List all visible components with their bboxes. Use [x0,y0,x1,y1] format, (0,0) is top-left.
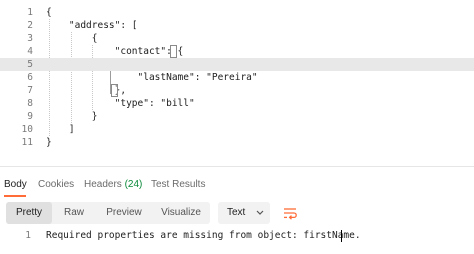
bracket-match-highlight [170,45,177,58]
line-number: 2 [27,20,33,31]
code-text: "type": "bill" [46,98,195,109]
code-line: 11 } [0,136,474,149]
line-number: 1 [27,7,33,18]
line-number: 4 [27,46,33,57]
chevron-down-icon [256,210,264,215]
code-text: "contact": { [46,46,184,57]
response-text: Required properties are missing from obj… [46,230,361,241]
tab-headers[interactable]: Headers (24) [84,179,142,190]
line-number: 9 [27,111,33,122]
view-mode-pretty[interactable]: Pretty [6,202,52,224]
code-line: 7 }, [0,84,474,97]
tab-count-badge: (24) [124,179,143,190]
code-text: { [46,7,52,18]
code-line: 9 } [0,110,474,123]
active-tab-indicator [4,195,26,197]
code-text: } [46,111,98,122]
code-text: "address": [ [46,20,138,31]
code-text: "lastName": "Pereira" [46,72,258,83]
format-select[interactable]: Text [218,202,270,224]
code-line: 10 ] [0,123,474,136]
code-line: 3 { [0,32,474,45]
code-text: { [46,33,98,44]
view-mode-raw[interactable]: Raw [54,202,94,224]
format-select-value: Text [227,207,246,218]
tab-test-results[interactable]: Test Results [151,179,205,190]
line-number: 1 [25,230,31,241]
view-mode-visualize[interactable]: Visualize [154,202,208,224]
line-number: 10 [21,124,33,135]
code-line: 4 "contact": { [0,45,474,58]
code-line: 2 "address": [ [0,19,474,32]
view-mode-preview[interactable]: Preview [98,202,150,224]
tab-label: Body [4,179,27,190]
line-number: 3 [27,33,33,44]
tab-body[interactable]: Body [4,179,27,190]
line-number: 11 [21,137,33,148]
code-text: } [46,137,52,148]
response-toolbar: Pretty Raw Preview Visualize Text [0,202,474,226]
line-number: 6 [27,72,33,83]
code-text: ] [46,124,75,135]
view-mode-switcher: Pretty Raw Preview Visualize [6,202,210,224]
response-body-viewer[interactable]: 1 Required properties are missing from o… [0,229,474,243]
line-number: 8 [27,98,33,109]
line-number: 5 [27,59,33,70]
code-line: 1 { [0,6,474,19]
tab-label: Cookies [38,179,75,190]
response-tabs: Body Cookies Headers (24) Test Results [0,176,474,196]
request-body-editor[interactable]: 1 { 2 "address": [ 3 { 4 "contact": { 5 … [0,0,474,167]
line-number: 7 [27,85,33,96]
wrap-lines-icon[interactable] [278,202,302,224]
bracket-match-highlight [111,84,118,97]
tab-label: Test Results [151,179,206,190]
code-line-active: 5 [0,58,474,71]
tab-cookies[interactable]: Cookies [38,179,74,190]
code-line: 6 "lastName": "Pereira" [0,71,474,84]
text-cursor [341,230,342,242]
code-line: 8 "type": "bill" [0,97,474,110]
tab-label: Headers [84,179,122,190]
